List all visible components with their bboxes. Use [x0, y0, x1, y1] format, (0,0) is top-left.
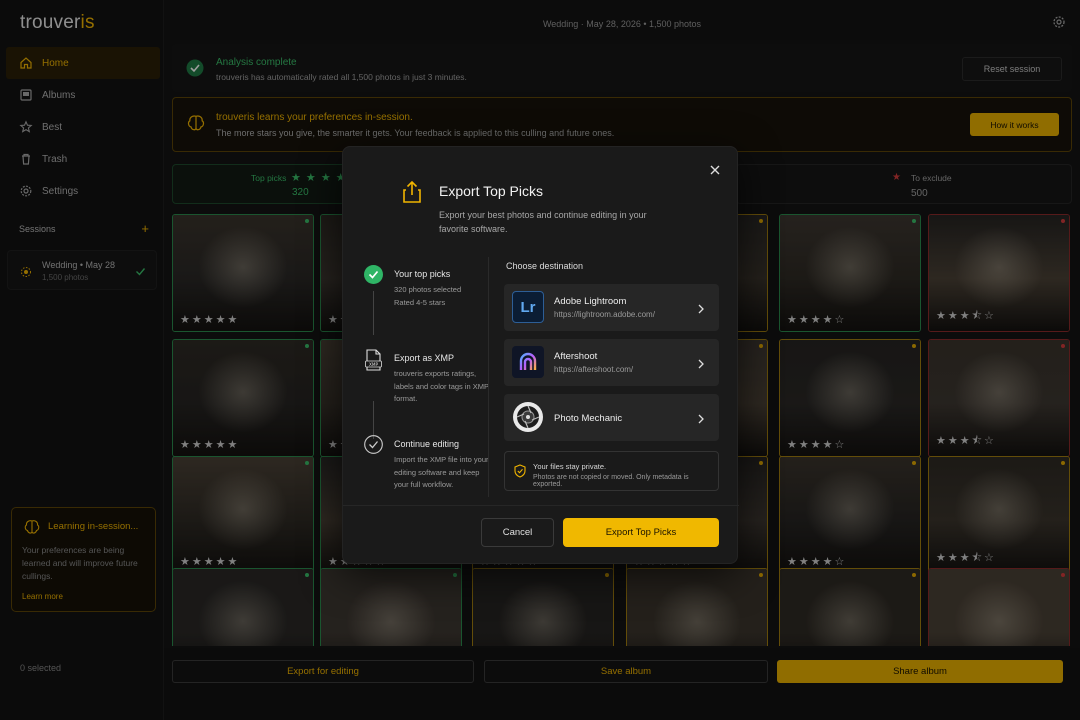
aftershoot-icon — [512, 346, 544, 378]
modal-divider — [488, 257, 489, 497]
step-body: Import the XMP file into your editing so… — [394, 455, 489, 489]
step-connector — [373, 291, 374, 335]
export-modal: Export Top Picks Export your best photos… — [342, 146, 739, 564]
lightroom-icon: Lr — [512, 291, 544, 323]
xmp-tag-text: XMP — [369, 362, 378, 367]
privacy-body: Photos are not copied or moved. Only met… — [533, 474, 689, 488]
export-icon — [401, 180, 423, 209]
destination-url: https://lightroom.adobe.com/ — [554, 310, 655, 319]
close-icon[interactable] — [709, 163, 721, 181]
destination-name: Aftershoot — [554, 351, 598, 362]
modal-footer-divider — [343, 505, 739, 506]
privacy-title: Your files stay private. — [533, 462, 607, 471]
shield-check-icon — [514, 464, 526, 483]
destination-lightroom[interactable]: Lr Adobe Lightroom https://lightroom.ado… — [504, 284, 719, 331]
step-connector — [373, 401, 374, 439]
step-body: trouveris exports ratings, labels and co… — [394, 369, 489, 403]
chevron-right-icon — [697, 301, 705, 319]
export-top-picks-button[interactable]: Export Top Picks — [563, 518, 719, 547]
destination-name: Photo Mechanic — [554, 413, 623, 424]
app-window: trouveris Home Albums Best Trash Setting… — [0, 0, 1080, 720]
check-outline-icon — [364, 435, 383, 459]
xmp-file-icon: XMP — [364, 349, 383, 376]
modal-title: Export Top Picks — [439, 183, 544, 199]
photo-mechanic-icon — [512, 401, 544, 433]
destination-photo-mechanic[interactable]: Photo Mechanic — [504, 394, 719, 441]
destination-url: https://aftershoot.com/ — [554, 365, 634, 374]
chevron-right-icon — [697, 356, 705, 374]
step-title: Continue editing — [394, 439, 460, 449]
check-circle-icon — [364, 265, 383, 289]
destination-aftershoot[interactable]: Aftershoot https://aftershoot.com/ — [504, 339, 719, 386]
cancel-button[interactable]: Cancel — [481, 518, 554, 547]
destination-name: Adobe Lightroom — [554, 296, 627, 307]
modal-subtitle: Export your best photos and continue edi… — [439, 210, 647, 234]
step-title: Your top picks — [394, 269, 451, 279]
destination-header: Choose destination — [506, 261, 584, 271]
privacy-notice: Your files stay private. Photos are not … — [504, 451, 719, 491]
step-body: 320 photos selected Rated 4-5 stars — [394, 285, 462, 307]
step-title: Export as XMP — [394, 353, 455, 363]
chevron-right-icon — [697, 411, 705, 429]
lightroom-badge: Lr — [520, 298, 536, 316]
